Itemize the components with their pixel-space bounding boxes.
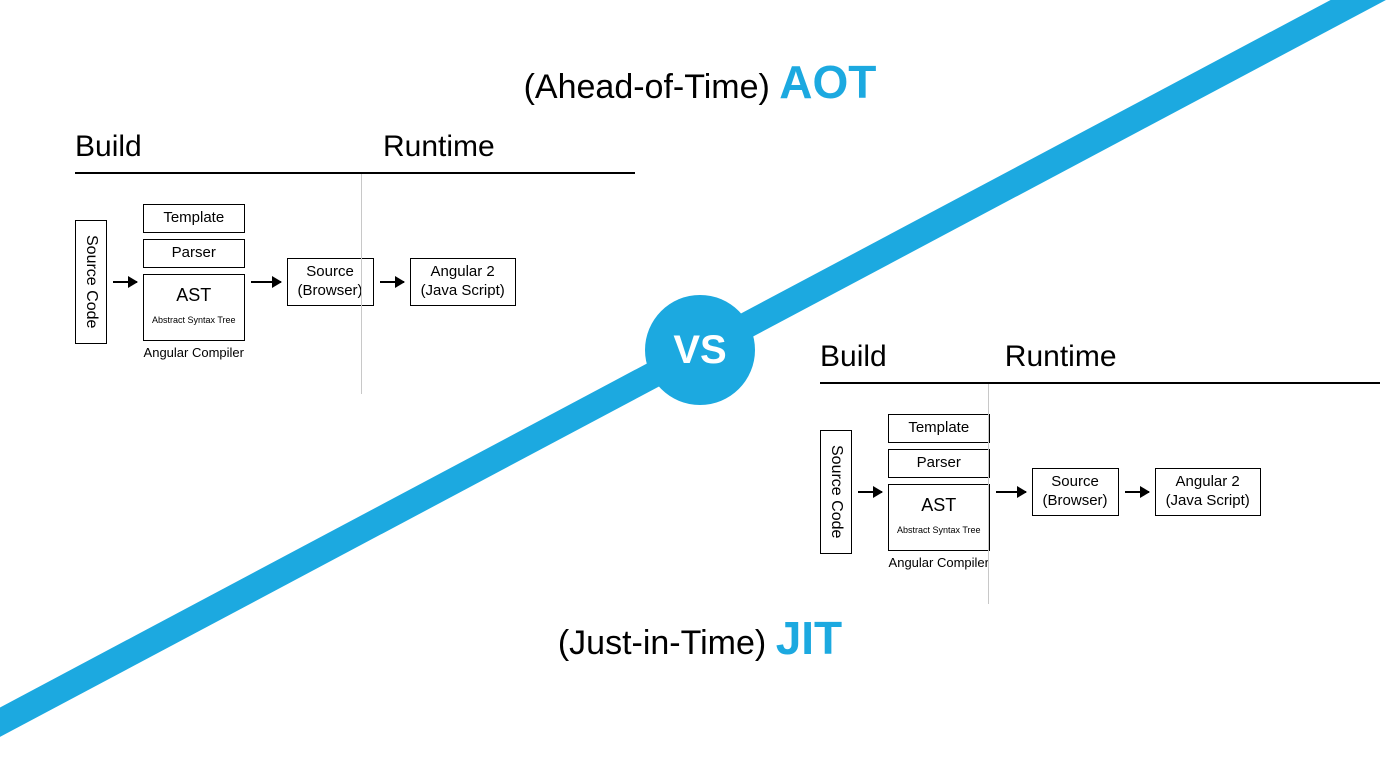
aot-abbr: AOT [779, 56, 876, 108]
vs-badge: VS [645, 295, 755, 405]
source-code-box: Source Code [75, 220, 107, 343]
ast-sub-label: Abstract Syntax Tree [897, 526, 981, 536]
jit-abbr: JIT [776, 612, 842, 664]
template-box: Template [888, 414, 990, 443]
arrow-icon [1125, 491, 1149, 493]
compiler-stack: Template Parser AST Abstract Syntax Tree… [888, 414, 990, 570]
output-box: Angular 2 (Java Script) [1155, 468, 1261, 516]
aot-build-header: Build [75, 130, 383, 172]
aot-section-headers: Build Runtime [75, 130, 635, 174]
browser-box: Source (Browser) [1032, 468, 1119, 516]
compiler-stack: Template Parser AST Abstract Syntax Tree… [143, 204, 245, 360]
ast-box: AST Abstract Syntax Tree [143, 274, 245, 341]
output-box: Angular 2 (Java Script) [410, 258, 516, 306]
compiler-label: Angular Compiler [889, 555, 989, 570]
template-box: Template [143, 204, 245, 233]
title-aot: (Ahead-of-Time) AOT [524, 55, 877, 109]
aot-full-label: (Ahead-of-Time) [524, 68, 770, 106]
jit-divider-line [988, 384, 989, 604]
arrow-icon [251, 281, 281, 283]
jit-runtime-header: Runtime [1005, 340, 1380, 382]
arrow-icon [113, 281, 137, 283]
ast-box: AST Abstract Syntax Tree [888, 484, 990, 551]
parser-box: Parser [888, 449, 990, 478]
title-jit: (Just-in-Time) JIT [558, 611, 842, 665]
jit-full-label: (Just-in-Time) [558, 624, 766, 662]
jit-build-header: Build [820, 340, 1005, 382]
jit-section-headers: Build Runtime [820, 340, 1380, 384]
aot-runtime-header: Runtime [383, 130, 635, 172]
ast-main-label: AST [897, 496, 981, 516]
jit-panel: Build Runtime Source Code Template Parse… [820, 340, 1380, 570]
aot-flow: Source Code Template Parser AST Abstract… [75, 204, 635, 360]
arrow-icon [996, 491, 1026, 493]
compiler-label: Angular Compiler [144, 345, 244, 360]
aot-divider-line [361, 174, 362, 394]
source-code-box: Source Code [820, 430, 852, 553]
arrow-icon [858, 491, 882, 493]
jit-flow: Source Code Template Parser AST Abstract… [820, 414, 1380, 570]
ast-sub-label: Abstract Syntax Tree [152, 316, 236, 326]
parser-box: Parser [143, 239, 245, 268]
aot-panel: Build Runtime Source Code Template Parse… [75, 130, 635, 360]
arrow-icon [380, 281, 404, 283]
ast-main-label: AST [152, 286, 236, 306]
